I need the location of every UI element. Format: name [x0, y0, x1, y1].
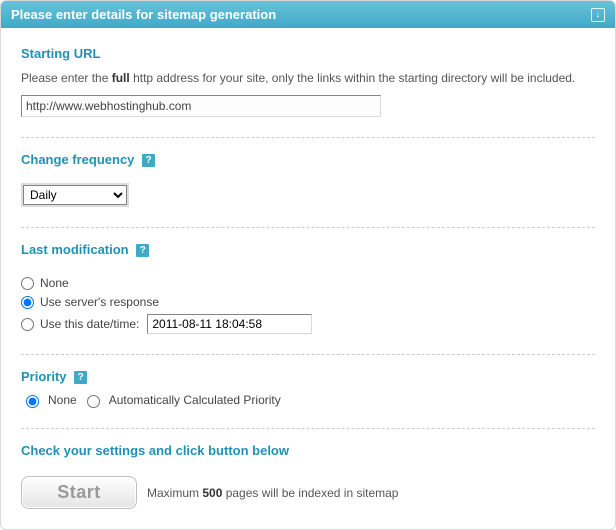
lastmod-label-none: None [40, 276, 69, 290]
sitemap-form-panel: Please enter details for sitemap generat… [0, 0, 616, 530]
divider [21, 428, 595, 429]
lastmod-label-server: Use server's response [40, 295, 159, 309]
collapse-icon[interactable]: ↓ [591, 8, 605, 22]
help-icon[interactable]: ? [136, 244, 149, 257]
last-modification-heading: Last modification ? [21, 242, 595, 257]
change-frequency-heading: Change frequency ? [21, 152, 595, 167]
divider [21, 227, 595, 228]
panel-header: Please enter details for sitemap generat… [1, 1, 615, 28]
lastmod-radio-none[interactable] [21, 277, 34, 290]
start-button[interactable]: Start [21, 476, 137, 509]
lastmod-date-input[interactable] [147, 314, 312, 334]
priority-label-none: None [48, 393, 77, 407]
divider [21, 137, 595, 138]
starting-url-input[interactable] [21, 95, 381, 117]
lastmod-radio-server[interactable] [21, 296, 34, 309]
priority-radio-none[interactable] [26, 395, 39, 408]
divider [21, 354, 595, 355]
help-icon[interactable]: ? [142, 154, 155, 167]
priority-label-auto: Automatically Calculated Priority [109, 393, 281, 407]
start-note: Maximum 500 pages will be indexed in sit… [147, 486, 398, 500]
start-heading: Check your settings and click button bel… [21, 443, 595, 458]
change-frequency-select[interactable]: Daily [23, 185, 127, 205]
lastmod-radio-date[interactable] [21, 318, 34, 331]
help-icon[interactable]: ? [74, 371, 87, 384]
panel-title: Please enter details for sitemap generat… [11, 7, 276, 22]
starting-url-heading: Starting URL [21, 46, 595, 61]
priority-heading: Priority ? [21, 369, 595, 384]
starting-url-desc: Please enter the full http address for y… [21, 69, 595, 87]
priority-radio-auto[interactable] [87, 395, 100, 408]
lastmod-label-date: Use this date/time: [40, 317, 139, 331]
